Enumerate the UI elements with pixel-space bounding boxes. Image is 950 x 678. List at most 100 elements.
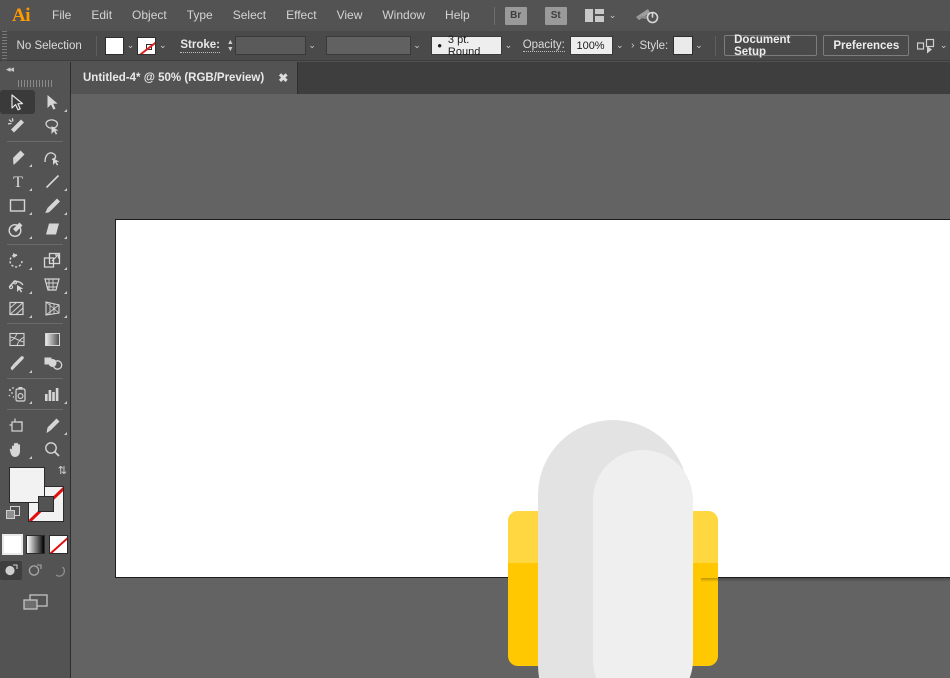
draw-behind-mode[interactable] [24, 561, 46, 580]
tool-has-flyout-indicator [64, 291, 67, 294]
tool-has-flyout-indicator [64, 188, 67, 191]
pill-outer-shape[interactable] [538, 420, 688, 678]
rectangle-tool[interactable] [0, 193, 35, 217]
tools-panel-grip[interactable] [0, 77, 70, 90]
draw-normal-mode[interactable] [0, 561, 22, 580]
menu-effect[interactable]: Effect [276, 0, 326, 31]
artboard-shadow [701, 578, 950, 582]
graphic-style-swatch[interactable] [673, 36, 693, 55]
shape-builder-tool[interactable] [0, 296, 35, 320]
arrange-documents-icon[interactable]: ⌄ [585, 9, 617, 22]
eyedropper-tool[interactable] [0, 351, 35, 375]
tool-has-flyout-indicator [29, 267, 32, 270]
close-icon[interactable]: ✖ [278, 72, 288, 84]
stroke-weight-input[interactable] [235, 36, 306, 55]
blend-tool[interactable] [35, 351, 70, 375]
tool-has-flyout-indicator [29, 456, 32, 459]
menu-view[interactable]: View [327, 0, 373, 31]
menu-help[interactable]: Help [435, 0, 480, 31]
pen-tool[interactable] [0, 145, 35, 169]
scale-tool[interactable] [35, 248, 70, 272]
artboard-tool[interactable] [0, 413, 35, 437]
yellow-pill-logo-artwork[interactable] [508, 420, 718, 678]
perspective-grid-tool[interactable] [35, 296, 70, 320]
mesh-tool[interactable] [0, 327, 35, 351]
menu-window[interactable]: Window [372, 0, 435, 31]
draw-inside-mode[interactable] [48, 561, 70, 580]
opacity-more-arrow[interactable]: › [626, 40, 639, 51]
color-mode-color[interactable] [3, 535, 22, 554]
document-setup-button[interactable]: Document Setup [724, 35, 817, 56]
stroke-weight-dropdown[interactable]: ⌄ [306, 36, 319, 55]
opacity-label[interactable]: Opacity: [523, 39, 565, 52]
tool-divider-5 [7, 409, 63, 410]
preferences-button[interactable]: Preferences [823, 35, 909, 56]
free-transform-tool[interactable] [35, 272, 70, 296]
stroke-weight-label[interactable]: Stroke: [180, 39, 220, 53]
direct-selection-tool[interactable] [35, 90, 70, 114]
align-dropdown[interactable]: ⌄ [937, 36, 950, 55]
tool-group-transform [0, 248, 71, 320]
canvas-area[interactable] [71, 94, 950, 678]
selection-tool[interactable] [0, 90, 35, 114]
brush-definition-value: 3 pt. Round [448, 34, 501, 58]
magic-wand-tool[interactable] [0, 114, 35, 138]
gradient-tool[interactable] [35, 327, 70, 351]
fill-swatch[interactable] [105, 37, 125, 55]
curvature-tool[interactable] [35, 145, 70, 169]
tool-has-flyout-indicator [29, 370, 32, 373]
stroke-swatch[interactable] [137, 37, 157, 55]
workspace-switcher-icon[interactable] [634, 7, 660, 25]
type-tool[interactable]: T [0, 169, 35, 193]
tools-panel-collapse[interactable]: ◂◂ [0, 62, 70, 77]
opacity-dropdown[interactable]: ⌄ [613, 36, 626, 55]
document-tab[interactable]: Untitled-4* @ 50% (RGB/Preview) ✖ [71, 62, 298, 94]
bridge-button[interactable]: Br [505, 7, 527, 25]
menu-object[interactable]: Object [122, 0, 177, 31]
lasso-tool[interactable] [35, 114, 70, 138]
menu-type[interactable]: Type [177, 0, 223, 31]
line-segment-tool[interactable] [35, 169, 70, 193]
paintbrush-tool[interactable] [35, 193, 70, 217]
control-bar-grip[interactable] [0, 31, 7, 61]
style-label: Style: [639, 40, 668, 52]
shaper-tool[interactable] [0, 217, 35, 241]
tool-has-flyout-indicator [29, 164, 32, 167]
align-to-artboard-icon[interactable] [917, 38, 937, 54]
change-screen-mode-icon[interactable] [0, 592, 70, 612]
hand-tool[interactable] [0, 437, 35, 461]
width-tool[interactable] [0, 272, 35, 296]
brush-definition-dropdown[interactable]: ⌄ [502, 36, 515, 55]
color-mode-none[interactable] [49, 535, 68, 554]
tool-group-color [0, 327, 71, 375]
stroke-swatch-dropdown[interactable]: ⌄ [156, 36, 169, 55]
eraser-tool[interactable] [35, 217, 70, 241]
stroke-profile-dropdown[interactable]: ⌄ [411, 36, 424, 55]
column-graph-tool[interactable] [35, 382, 70, 406]
slice-tool[interactable] [35, 413, 70, 437]
color-mode-gradient[interactable] [26, 535, 45, 554]
menu-select[interactable]: Select [223, 0, 276, 31]
default-fill-stroke-icon[interactable] [6, 506, 21, 521]
menu-bar: Ai File Edit Object Type Select Effect V… [0, 0, 950, 31]
stroke-weight-stepper[interactable]: ▲▼ [226, 36, 236, 55]
tool-has-flyout-indicator [64, 212, 67, 215]
opacity-input[interactable]: 100% [570, 36, 613, 55]
tool-has-flyout-indicator [29, 315, 32, 318]
menu-edit[interactable]: Edit [81, 0, 122, 31]
stock-button[interactable]: St [545, 7, 567, 25]
brush-definition-input[interactable]: • 3 pt. Round [431, 36, 502, 55]
pill-inner-shape[interactable] [593, 450, 693, 678]
graphic-style-dropdown[interactable]: ⌄ [693, 36, 706, 55]
tool-divider-1 [7, 141, 63, 142]
tool-divider-3 [7, 323, 63, 324]
symbol-sprayer-tool[interactable] [0, 382, 35, 406]
artboard[interactable] [115, 219, 950, 578]
chevron-down-icon: ⌄ [609, 10, 617, 21]
menu-file[interactable]: File [42, 0, 81, 31]
swap-fill-stroke-icon[interactable]: ⇅ [58, 464, 67, 477]
zoom-tool[interactable] [35, 437, 70, 461]
stroke-profile-input[interactable] [326, 36, 410, 55]
rotate-tool[interactable] [0, 248, 35, 272]
fill-swatch-dropdown[interactable]: ⌄ [124, 36, 137, 55]
